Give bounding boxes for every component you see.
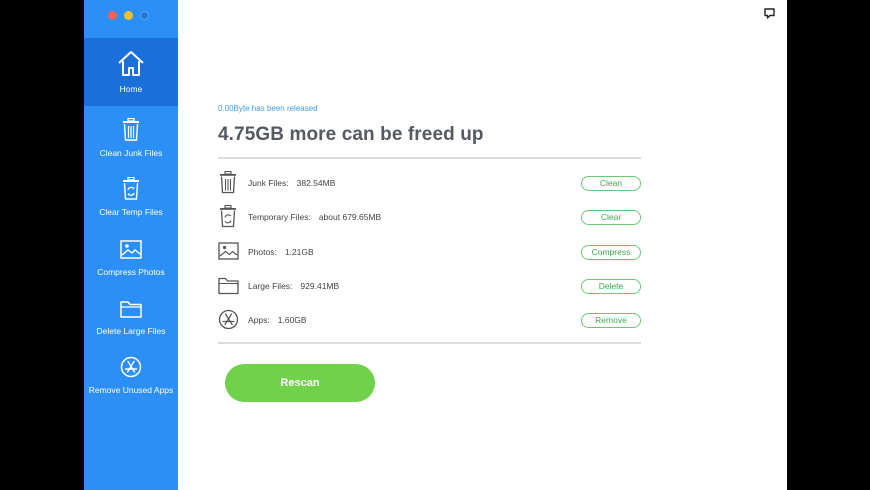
delete-button[interactable]: Delete bbox=[581, 279, 641, 294]
photo-icon bbox=[120, 240, 142, 259]
zoom-window-button[interactable] bbox=[140, 11, 149, 20]
sidebar-item-clear-temp-files[interactable]: Clear Temp Files bbox=[84, 171, 178, 239]
app-store-icon bbox=[218, 309, 239, 330]
row-label: Temporary Files: about 679.65MB bbox=[248, 212, 381, 222]
sidebar-item-label: Home bbox=[119, 84, 143, 94]
window-controls bbox=[108, 11, 149, 20]
trash-icon bbox=[220, 171, 236, 194]
minimize-window-button[interactable] bbox=[124, 11, 133, 20]
sidebar-item-remove-unused-apps[interactable]: Remove Unused Apps bbox=[84, 350, 178, 418]
rescan-button[interactable]: Rescan bbox=[225, 364, 375, 402]
clean-button[interactable]: Clean bbox=[581, 176, 641, 191]
sidebar-item-label: Clean Junk Files bbox=[99, 148, 163, 158]
list-item-photos: Photos: 1.21GB Compress bbox=[218, 240, 641, 264]
list-item-junk-files: Junk Files: 382.54MB Clean bbox=[218, 171, 641, 195]
folder-icon bbox=[120, 301, 142, 318]
row-label: Junk Files: 382.54MB bbox=[248, 178, 335, 188]
sidebar-item-delete-large-files[interactable]: Delete Large Files bbox=[84, 291, 178, 359]
row-value: about 679.65MB bbox=[318, 212, 382, 222]
sidebar-item-clean-junk-files[interactable]: Clean Junk Files bbox=[84, 112, 178, 180]
temp-trash-icon bbox=[123, 177, 139, 200]
row-label: Photos: 1.21GB bbox=[248, 247, 314, 257]
row-value: 929.41MB bbox=[300, 281, 340, 291]
remove-button[interactable]: Remove bbox=[581, 313, 641, 328]
row-value: 382.54MB bbox=[296, 178, 336, 188]
compress-button[interactable]: Compress bbox=[581, 245, 641, 260]
row-name: Apps: bbox=[248, 315, 270, 325]
row-value: 1.21GB bbox=[284, 247, 314, 257]
divider-top bbox=[218, 157, 641, 159]
row-value: 1.60GB bbox=[277, 315, 307, 325]
row-name: Temporary Files: bbox=[248, 212, 311, 222]
app-store-icon bbox=[120, 356, 142, 378]
clear-button[interactable]: Clear bbox=[581, 210, 641, 225]
row-label: Large Files: 929.41MB bbox=[248, 281, 339, 291]
home-icon bbox=[118, 51, 144, 76]
row-name: Large Files: bbox=[248, 281, 293, 291]
sidebar-item-compress-photos[interactable]: Compress Photos bbox=[84, 232, 178, 300]
list-item-apps: Apps: 1.60GB Remove bbox=[218, 308, 641, 332]
row-name: Junk Files: bbox=[248, 178, 289, 188]
released-status-text: 0.00Byte has been released bbox=[218, 104, 318, 113]
sidebar-item-home[interactable]: Home bbox=[84, 38, 178, 106]
sidebar-item-label: Remove Unused Apps bbox=[88, 385, 174, 395]
close-window-button[interactable] bbox=[108, 11, 117, 20]
list-item-temporary-files: Temporary Files: about 679.65MB Clear bbox=[218, 205, 641, 229]
folder-icon bbox=[218, 277, 239, 295]
row-label: Apps: 1.60GB bbox=[248, 315, 307, 325]
sidebar-item-label: Compress Photos bbox=[97, 267, 165, 277]
divider-bottom bbox=[218, 342, 641, 344]
sidebar-item-label: Delete Large Files bbox=[96, 326, 166, 336]
sidebar: Home Clean Junk Files Clear Temp Files C… bbox=[84, 0, 178, 490]
temp-trash-icon bbox=[220, 205, 236, 228]
sidebar-item-label: Clear Temp Files bbox=[99, 207, 163, 217]
list-item-large-files: Large Files: 929.41MB Delete bbox=[218, 274, 641, 298]
app-window: Home Clean Junk Files Clear Temp Files C… bbox=[84, 0, 787, 490]
page-title: 4.75GB more can be freed up bbox=[218, 124, 484, 145]
feedback-icon[interactable] bbox=[764, 8, 775, 19]
trash-icon bbox=[123, 118, 139, 141]
photo-icon bbox=[218, 242, 239, 260]
row-name: Photos: bbox=[248, 247, 277, 257]
